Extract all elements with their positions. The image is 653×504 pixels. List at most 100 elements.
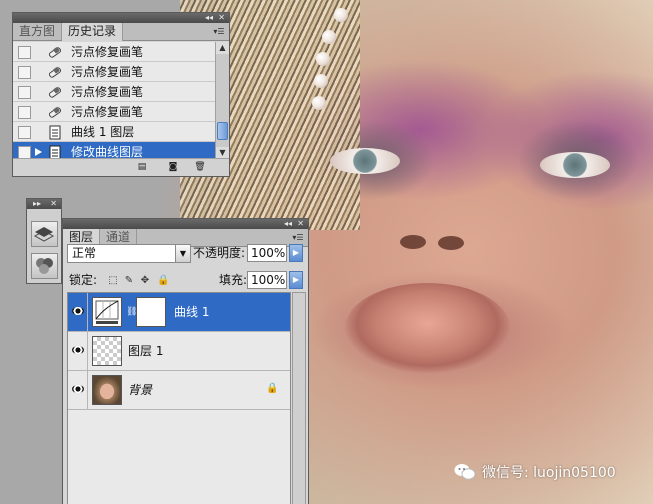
lock-all-icon[interactable]: 🔒 <box>157 275 169 287</box>
layers-scrollbar[interactable] <box>292 292 306 504</box>
layer-row-curves[interactable]: ⛓ 曲线 1 <box>68 293 290 332</box>
blend-mode-value: 正常 <box>72 246 97 260</box>
brush-icon <box>48 67 62 78</box>
history-titlebar[interactable]: ◂◂ ✕ <box>13 13 229 23</box>
lock-transparent-icon[interactable]: ⬚ <box>107 275 119 287</box>
history-item-label: 曲线 1 图层 <box>71 125 135 139</box>
panel-menu-icon[interactable]: ▾☰ <box>290 232 306 244</box>
snapshot-checkbox[interactable] <box>18 66 31 79</box>
scroll-up-icon[interactable]: ▲ <box>216 42 229 54</box>
layer-row-background[interactable]: 背景 🔒 <box>68 371 290 410</box>
close-icon[interactable]: ✕ <box>297 219 304 229</box>
fill-label: 填充: <box>219 273 248 287</box>
layer-mask-thumbnail[interactable] <box>136 297 166 327</box>
snapshot-checkbox[interactable] <box>18 106 31 119</box>
snapshot-checkbox[interactable] <box>18 86 31 99</box>
channels-dock-button[interactable] <box>31 253 58 279</box>
layers-titlebar[interactable]: ◂◂ ✕ <box>63 219 308 229</box>
close-icon[interactable]: ✕ <box>50 199 57 209</box>
brush-icon <box>48 87 62 98</box>
document-icon <box>49 125 61 140</box>
close-icon[interactable]: ✕ <box>218 13 225 23</box>
layer-row-layer1[interactable]: 图层 1 <box>68 332 290 371</box>
scroll-thumb[interactable] <box>217 122 228 140</box>
right-nostril <box>438 236 464 250</box>
eye-icon <box>72 385 84 393</box>
history-footer: ▤ ◙ 🗑 <box>13 158 229 176</box>
opacity-label: 不透明度: <box>193 246 246 260</box>
camera-snapshot-icon[interactable]: ◙ <box>166 162 180 173</box>
trash-icon[interactable]: 🗑 <box>193 162 207 173</box>
fill-input[interactable]: 100% <box>247 271 287 289</box>
history-item-label: 修改曲线图层 <box>71 145 144 159</box>
layers-dock-button[interactable] <box>31 221 58 247</box>
layer-name: 曲线 1 <box>174 305 210 319</box>
history-item[interactable]: 曲线 1 图层 <box>13 122 215 142</box>
history-item[interactable]: 污点修复画笔 <box>13 62 215 82</box>
left-eye <box>330 148 400 174</box>
pearl-5 <box>334 8 348 22</box>
tab-histogram[interactable]: 直方图 <box>13 23 63 40</box>
history-list: 污点修复画笔 污点修复画笔 污点修复画笔 污点修复画笔 曲线 1 图层 修改曲线… <box>13 42 215 159</box>
link-chain-icon[interactable]: ⛓ <box>126 307 137 317</box>
history-item-label: 污点修复画笔 <box>71 65 144 79</box>
collapse-icon[interactable]: ◂◂ <box>284 219 292 229</box>
wechat-icon <box>454 464 476 480</box>
pearl-3 <box>314 74 328 88</box>
visibility-toggle[interactable] <box>68 332 88 370</box>
lips <box>345 283 510 373</box>
fill-slider-arrow-icon[interactable]: ▶ <box>289 271 303 289</box>
lock-icon: 🔒 <box>266 383 279 394</box>
history-panel: ◂◂ ✕ 直方图 历史记录 ▾☰ 污点修复画笔 污点修复画笔 污点修复画笔 污点… <box>12 12 230 177</box>
eye-icon <box>72 346 84 354</box>
expand-icon[interactable]: ▸▸ <box>33 199 41 209</box>
lock-brush-icon[interactable]: ✎ <box>123 275 135 287</box>
opacity-input[interactable]: 100% <box>247 244 287 262</box>
history-item[interactable]: 污点修复画笔 <box>13 42 215 62</box>
blend-opacity-row: 正常 ▼ 不透明度: 100% ▶ <box>67 244 305 264</box>
blend-mode-select[interactable]: 正常 ▼ <box>67 244 191 263</box>
side-dock: ▸▸ ✕ <box>26 198 62 284</box>
dock-titlebar[interactable]: ▸▸ ✕ <box>27 199 61 209</box>
history-state-arrow-icon <box>35 148 42 156</box>
watermark: 微信号: luojin05100 <box>454 461 616 483</box>
panel-menu-icon[interactable]: ▾☰ <box>211 26 227 38</box>
chevron-down-icon[interactable]: ▼ <box>175 245 190 262</box>
layers-panel: ◂◂ ✕ 图层 通道 ▾☰ 正常 ▼ 不透明度: 100% ▶ 锁定: ⬚ ✎ … <box>62 218 309 504</box>
new-document-from-state-icon[interactable]: ▤ <box>135 162 149 173</box>
history-item[interactable]: 污点修复画笔 <box>13 82 215 102</box>
tab-history[interactable]: 历史记录 <box>62 23 124 41</box>
layer-name: 图层 1 <box>128 344 164 358</box>
layer-thumbnail <box>92 336 122 366</box>
snapshot-checkbox[interactable] <box>18 126 31 139</box>
left-nostril <box>400 235 426 249</box>
pearl-4 <box>312 96 326 110</box>
history-tabs: 直方图 历史记录 ▾☰ <box>13 23 229 41</box>
collapse-icon[interactable]: ◂◂ <box>205 13 213 23</box>
snapshot-checkbox[interactable] <box>18 46 31 59</box>
brush-icon <box>48 47 62 58</box>
visibility-toggle[interactable] <box>68 293 88 331</box>
lock-label: 锁定: <box>69 273 98 287</box>
lock-move-icon[interactable]: ✥ <box>139 275 151 287</box>
history-item-label: 污点修复画笔 <box>71 45 144 59</box>
pearl-1 <box>322 30 336 44</box>
layer-list: ⛓ 曲线 1 图层 1 背景 🔒 <box>67 292 291 504</box>
history-item-selected[interactable]: 修改曲线图层 <box>13 142 215 159</box>
layer-name: 背景 <box>128 383 153 397</box>
history-item-label: 污点修复画笔 <box>71 85 144 99</box>
brush-icon <box>48 107 62 118</box>
opacity-slider-arrow-icon[interactable]: ▶ <box>289 244 303 262</box>
pearl-2 <box>316 52 330 66</box>
history-scrollbar[interactable]: ▲ ▼ <box>215 42 229 159</box>
curves-adjustment-icon <box>92 297 122 327</box>
layers-icon <box>33 227 55 242</box>
right-eye <box>540 152 610 178</box>
visibility-toggle[interactable] <box>68 371 88 409</box>
document-icon <box>49 145 61 159</box>
history-item[interactable]: 污点修复画笔 <box>13 102 215 122</box>
eye-icon <box>72 307 84 315</box>
background-thumbnail <box>92 375 122 405</box>
watermark-text: 微信号: luojin05100 <box>482 465 616 481</box>
channels-icon <box>36 258 53 274</box>
